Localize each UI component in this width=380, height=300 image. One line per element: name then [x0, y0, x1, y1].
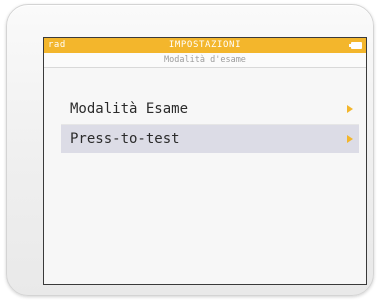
chevron-right-icon	[347, 135, 353, 143]
calculator-screen: rad IMPOSTAZIONI Modalità d'esame Modali…	[43, 37, 367, 285]
status-bar: rad IMPOSTAZIONI	[44, 38, 366, 53]
calculator-frame: rad IMPOSTAZIONI Modalità d'esame Modali…	[6, 4, 374, 296]
menu-item-exam-mode[interactable]: Modalità Esame	[61, 95, 359, 124]
screen-title: IMPOSTAZIONI	[168, 40, 242, 50]
menu-item-label: Press-to-test	[70, 131, 180, 147]
screen-subtitle: Modalità d'esame	[44, 53, 366, 68]
settings-menu: Modalità Esame Press-to-test	[61, 95, 359, 153]
chevron-right-icon	[347, 105, 353, 113]
battery-icon	[349, 42, 362, 49]
menu-item-press-to-test[interactable]: Press-to-test	[61, 124, 359, 153]
menu-item-label: Modalità Esame	[70, 101, 189, 117]
